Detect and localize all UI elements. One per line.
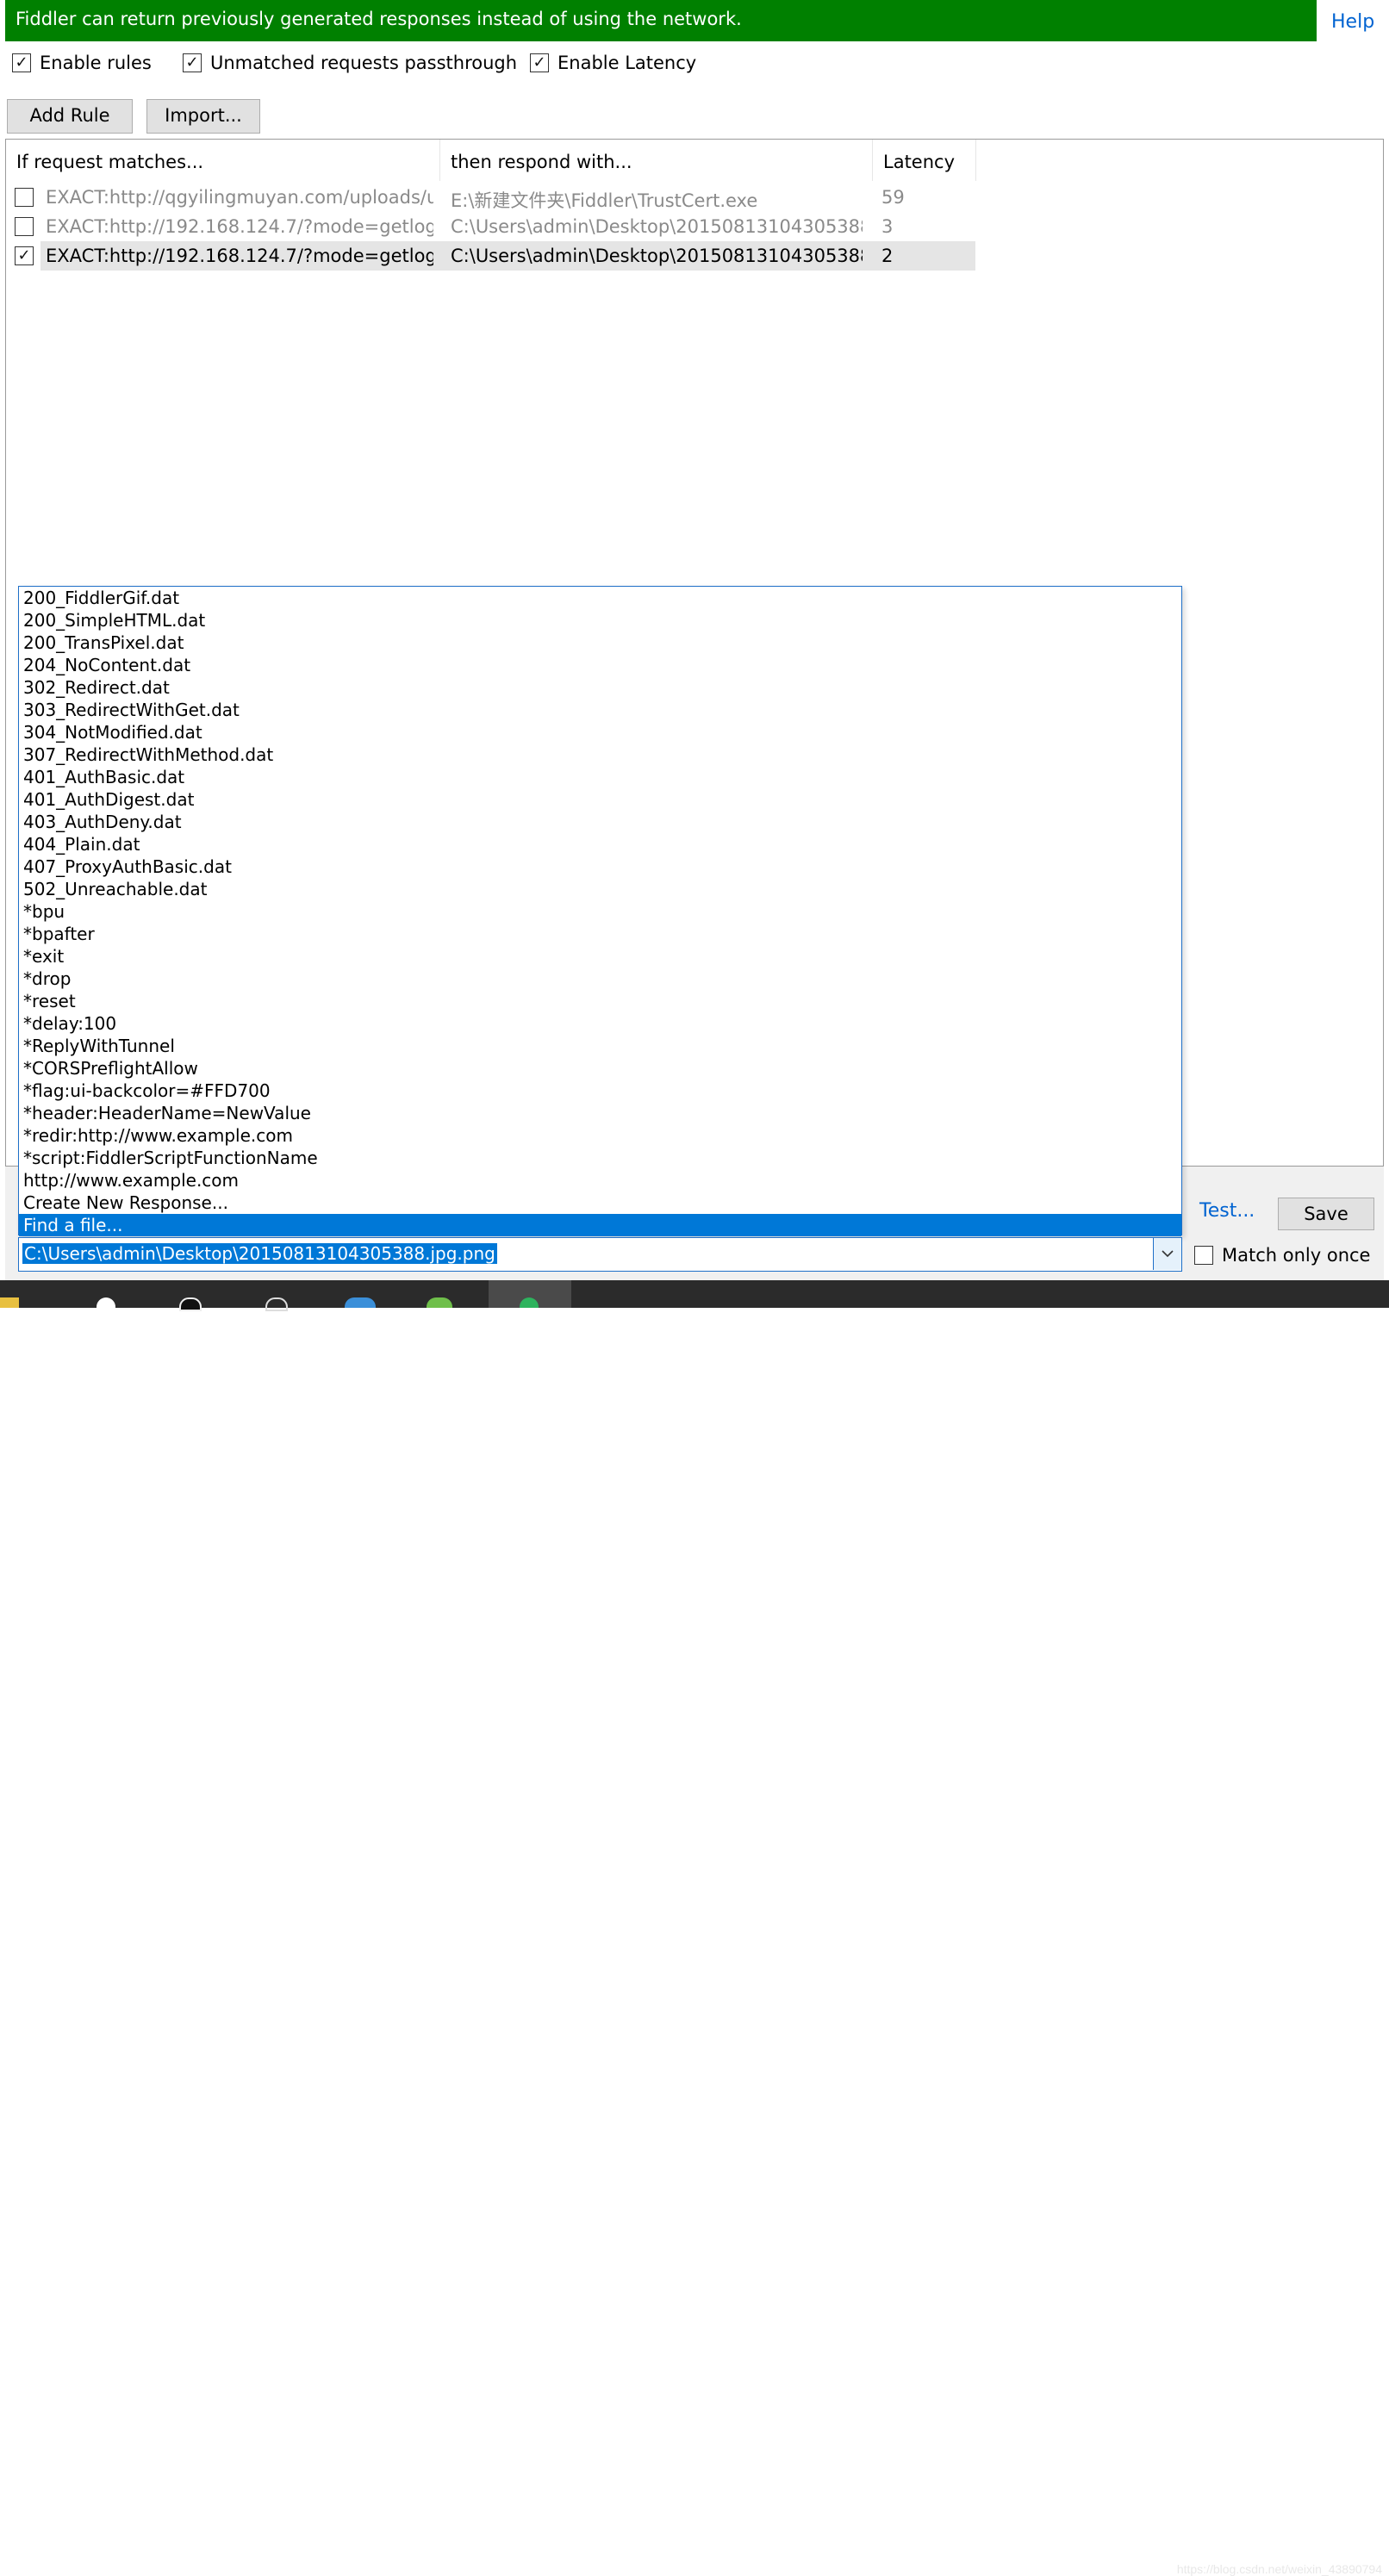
rule-latency: 3 [881,216,894,237]
dropdown-option[interactable]: *drop [19,968,1181,990]
dropdown-option[interactable]: 200_SimpleHTML.dat [19,609,1181,632]
add-rule-button[interactable]: Add Rule [7,99,133,134]
check-icon: ✓ [183,53,202,72]
rule-enable-checkbox[interactable] [15,217,34,236]
column-header-latency[interactable]: Latency [873,140,976,181]
dropdown-option[interactable]: 303_RedirectWithGet.dat [19,699,1181,721]
check-icon: ✓ [530,53,549,72]
match-only-once-checkbox[interactable]: Match only once [1194,1245,1370,1266]
dropdown-option[interactable]: *reset [19,990,1181,1012]
taskbar: https://blog.csdn.net/weixin_43890794 [0,1280,1389,2576]
dropdown-option[interactable]: 403_AuthDeny.dat [19,811,1181,833]
save-button[interactable]: Save [1278,1198,1374,1230]
enable-latency-label: Enable Latency [557,53,697,73]
qq-icon[interactable] [179,1297,202,1311]
dropdown-option[interactable]: http://www.example.com [19,1169,1181,1192]
dropdown-option[interactable]: 401_AuthBasic.dat [19,766,1181,788]
dropdown-option[interactable]: *CORSPreflightAllow [19,1057,1181,1080]
chevron-down-icon[interactable] [1153,1238,1181,1270]
rule-match: EXACT:http://192.168.124.7/?mode=getlogo [46,246,433,266]
column-header-respond[interactable]: then respond with... [440,140,873,181]
test-link[interactable]: Test... [1199,1200,1255,1222]
rule-response: C:\Users\admin\Desktop\20150813104305388… [451,216,863,237]
rule-enable-checkbox[interactable] [15,188,34,207]
rule-response: E:\新建文件夹\Fiddler\TrustCert.exe [451,190,758,211]
rule-response: C:\Users\admin\Desktop\20150813104305388… [451,246,863,266]
dropdown-option[interactable]: *delay:100 [19,1012,1181,1035]
dropdown-option[interactable]: Create New Response... [19,1192,1181,1214]
dropdown-option[interactable]: *ReplyWithTunnel [19,1035,1181,1057]
rule-latency: 2 [881,246,894,266]
watermark-text: https://blog.csdn.net/weixin_43890794 [1176,2562,1382,2576]
dropdown-option[interactable]: *redir:http://www.example.com [19,1124,1181,1147]
dropdown-option[interactable]: 200_FiddlerGif.dat [19,587,1181,609]
dropdown-option[interactable]: *header:HeaderName=NewValue [19,1102,1181,1124]
taskbar-active-app[interactable] [489,1280,571,1308]
info-banner: Fiddler can return previously generated … [5,0,1317,41]
rule-match: EXACT:http://qgyilingmuyan.com/uploads/u… [46,187,433,208]
dropdown-option-highlighted[interactable]: Find a file... [19,1214,1181,1236]
check-icon: ✓ [12,53,31,72]
dropdown-option[interactable]: *exit [19,945,1181,968]
rule-latency: 59 [881,187,905,208]
dropdown-option[interactable]: 307_RedirectWithMethod.dat [19,744,1181,766]
import-button[interactable]: Import... [146,99,260,134]
dropdown-option[interactable]: *bpu [19,900,1181,923]
fiddler-icon [520,1297,539,1308]
dropdown-option[interactable]: 404_Plain.dat [19,833,1181,856]
selected-text: C:\Users\admin\Desktop\20150813104305388… [22,1243,497,1264]
dropdown-option[interactable]: 407_ProxyAuthBasic.dat [19,856,1181,878]
rule-row[interactable]: EXACT:http://192.168.124.7/?mode=getlogo… [6,212,975,241]
response-combobox[interactable]: C:\Users\admin\Desktop\20150813104305388… [18,1237,1182,1272]
rule-match: EXACT:http://192.168.124.7/?mode=getlogo [46,216,433,237]
rule-row[interactable]: ✓ EXACT:http://192.168.124.7/?mode=getlo… [6,241,975,271]
dropdown-option[interactable]: *script:FiddlerScriptFunctionName [19,1147,1181,1169]
dropdown-option[interactable]: *flag:ui-backcolor=#FFD700 [19,1080,1181,1102]
enable-latency-checkbox[interactable]: ✓ Enable Latency [530,53,696,73]
enable-rules-label: Enable rules [40,53,152,73]
banner-message: Fiddler can return previously generated … [16,9,742,29]
dropdown-option[interactable]: 304_NotModified.dat [19,721,1181,744]
help-link[interactable]: Help [1331,11,1374,33]
dropdown-option[interactable]: 502_Unreachable.dat [19,878,1181,900]
rule-enable-checkbox[interactable]: ✓ [15,246,34,265]
dropdown-option[interactable]: 204_NoContent.dat [19,654,1181,676]
unmatched-passthrough-checkbox[interactable]: ✓ Unmatched requests passthrough [183,53,517,73]
response-combobox-value[interactable]: C:\Users\admin\Desktop\20150813104305388… [22,1243,497,1264]
folder-icon[interactable] [0,1297,19,1308]
browser-icon[interactable] [345,1297,376,1308]
search-icon[interactable] [265,1297,288,1311]
enable-rules-checkbox[interactable]: ✓ Enable rules [12,53,152,73]
rule-row[interactable]: EXACT:http://qgyilingmuyan.com/uploads/u… [6,183,975,212]
home-icon[interactable] [97,1297,115,1308]
dropdown-option[interactable]: 200_TransPixel.dat [19,632,1181,654]
chat-icon[interactable] [427,1297,452,1308]
response-dropdown-list: 200_FiddlerGif.dat 200_SimpleHTML.dat 20… [18,586,1182,1236]
dropdown-option[interactable]: 401_AuthDigest.dat [19,788,1181,811]
dropdown-option[interactable]: 302_Redirect.dat [19,676,1181,699]
match-only-once-label: Match only once [1222,1245,1371,1266]
checkbox-box [1194,1246,1213,1265]
dropdown-option[interactable]: *bpafter [19,923,1181,945]
unmatched-passthrough-label: Unmatched requests passthrough [210,53,518,73]
column-header-match[interactable]: If request matches... [6,140,440,181]
